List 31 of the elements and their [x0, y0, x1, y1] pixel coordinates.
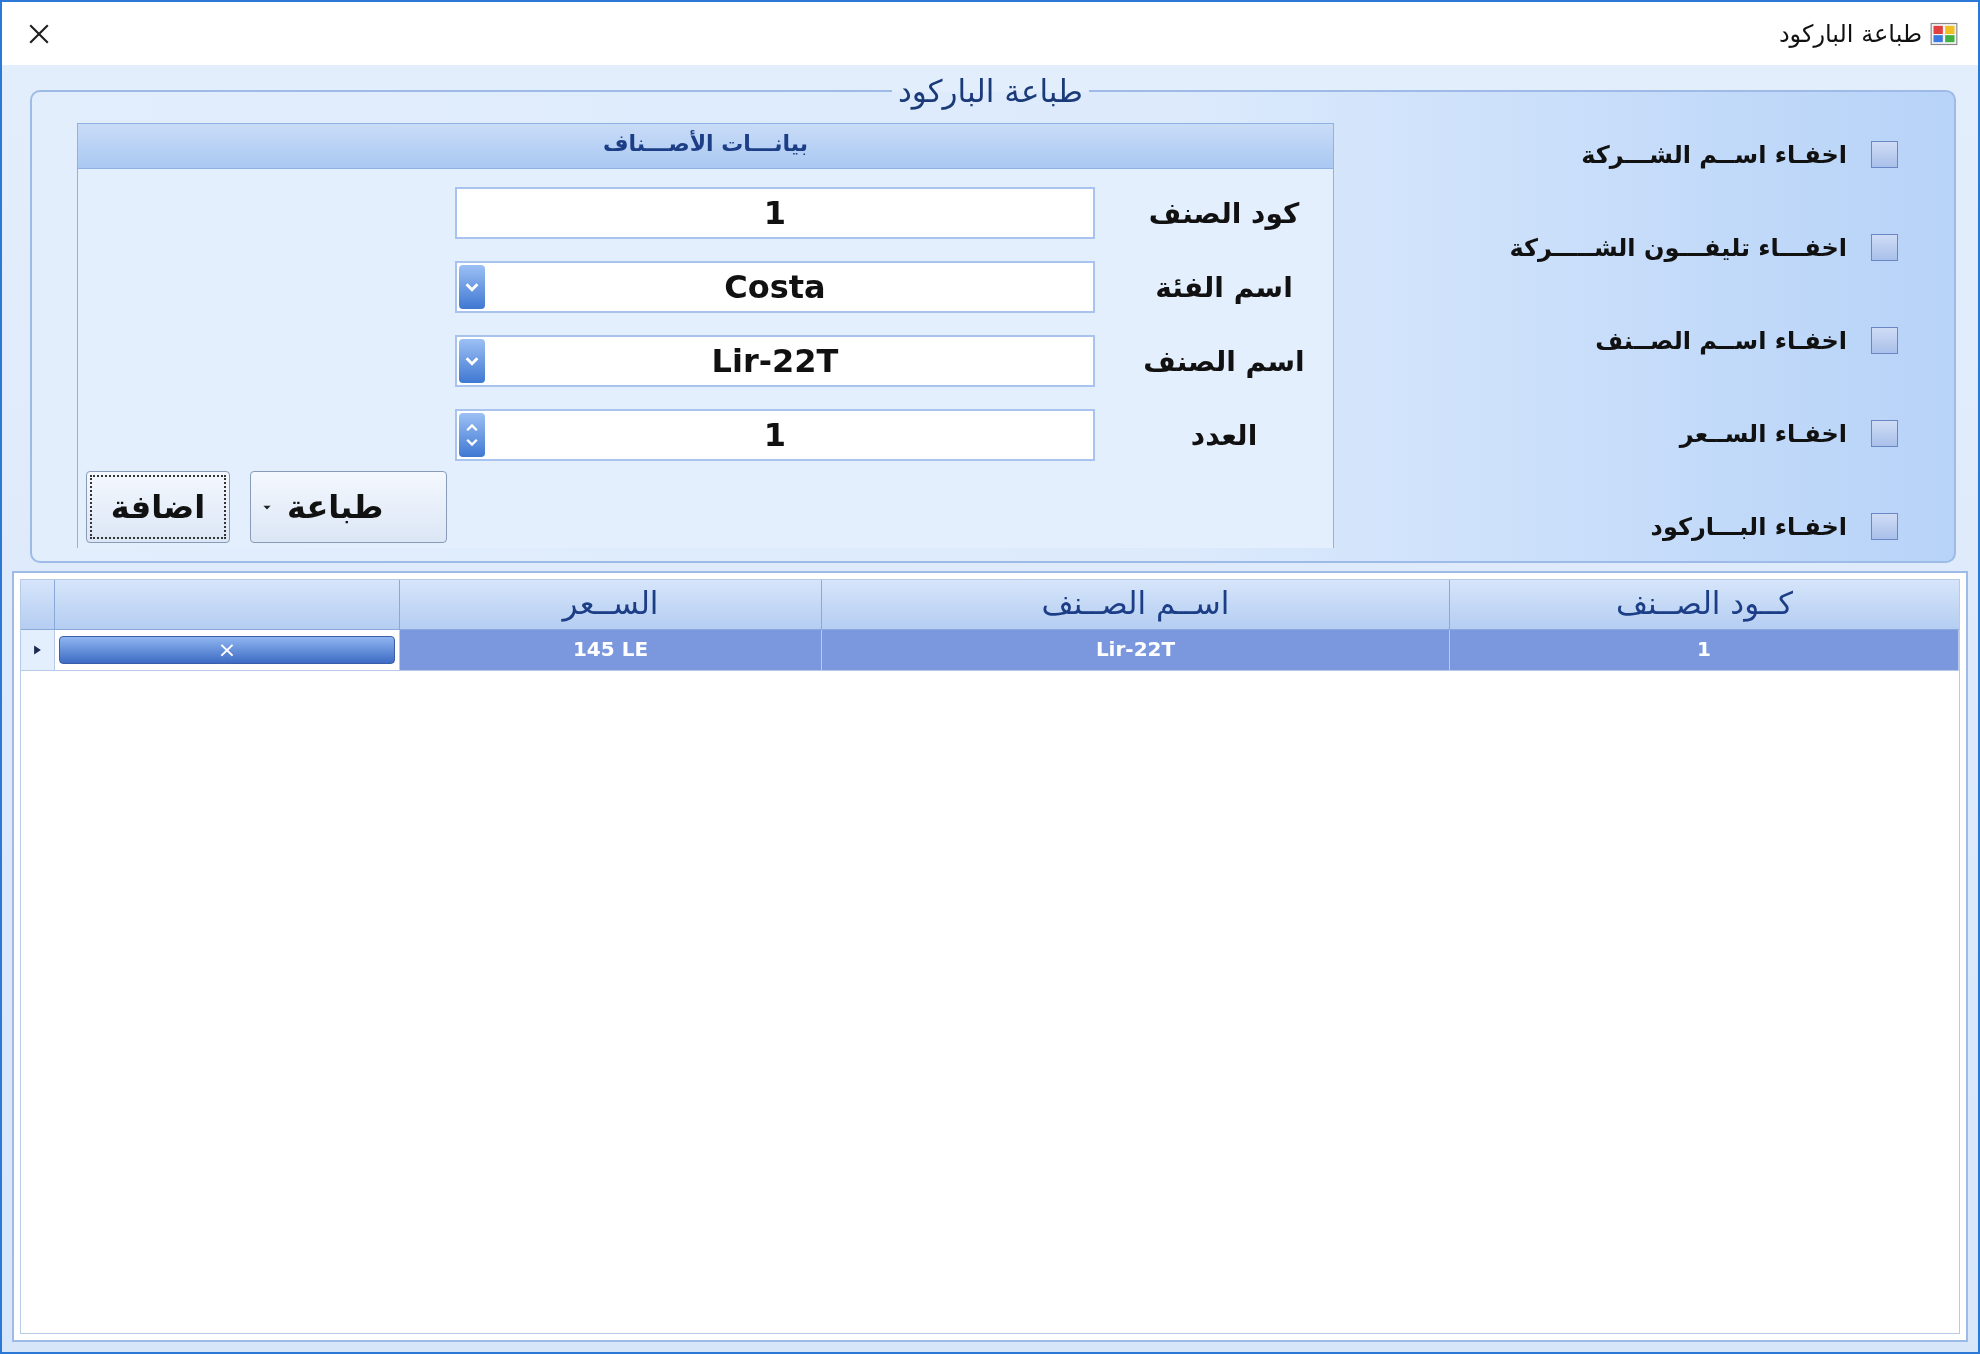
checkbox[interactable] — [1871, 513, 1898, 540]
table-cell: 145 LE — [400, 630, 822, 670]
checkbox-label: اخفـاء اســم الصــنف — [1595, 326, 1847, 355]
table-cell: 1 — [1450, 630, 1959, 670]
field-label: اسم الفئة — [1154, 270, 1294, 304]
table-cell: Lir-22T — [822, 630, 1450, 670]
text-field[interactable]: 1 — [455, 187, 1095, 239]
print-button[interactable]: طباعة — [250, 471, 447, 543]
column-header[interactable]: اســم الصــنف — [822, 580, 1450, 629]
column-header[interactable]: الســعر — [400, 580, 822, 629]
checkbox-label: اخفـــاء تليفـــون الشـــــركة — [1509, 233, 1847, 262]
checkbox-label: اخفـاء الســعر — [1679, 419, 1847, 448]
dropdown-field[interactable]: Costa — [455, 261, 1095, 313]
group-title: طباعة الباركود — [897, 73, 1084, 109]
checkbox[interactable] — [1871, 420, 1898, 447]
window-title: طباعة الباركود — [1778, 19, 1922, 48]
number-field[interactable]: 1 — [455, 409, 1095, 461]
checkbox-label: اخفـاء اســم الشـــركة — [1581, 140, 1847, 169]
checkbox[interactable] — [1871, 141, 1898, 168]
field-label: العدد — [1189, 418, 1259, 452]
close-icon[interactable] — [28, 22, 50, 45]
dropdown-field[interactable]: Lir-22T — [455, 335, 1095, 387]
row-pointer-icon — [33, 644, 42, 656]
checkbox[interactable] — [1871, 327, 1898, 354]
checkbox-label: اخفـاء البـــاركود — [1650, 512, 1847, 541]
checkbox[interactable] — [1871, 234, 1898, 261]
add-button[interactable]: اضافة — [86, 471, 230, 543]
field-label: اسم الصنف — [1142, 344, 1306, 378]
column-header[interactable]: كــود الصــنف — [1450, 580, 1959, 629]
field-label: كود الصنف — [1147, 196, 1301, 230]
panel-title: بيانـــات الأصـــناف — [78, 124, 1333, 169]
